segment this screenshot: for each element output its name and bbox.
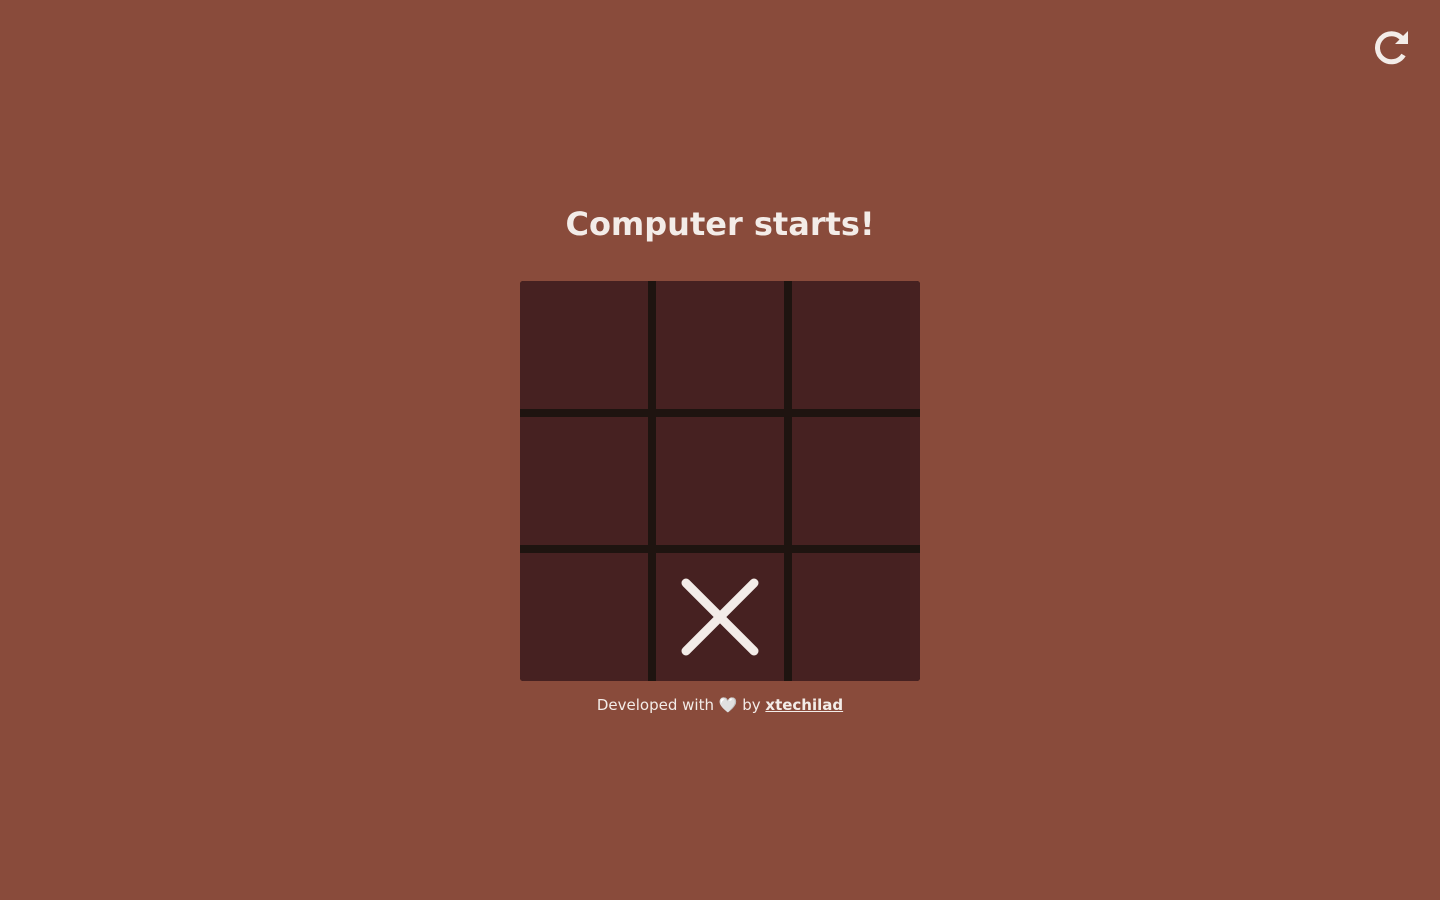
restart-icon xyxy=(1375,31,1408,65)
author-link[interactable]: xtechilad xyxy=(765,696,843,714)
footer-prefix: Developed with xyxy=(596,696,714,714)
board-cell-9[interactable] xyxy=(792,553,920,681)
board-cell-7[interactable] xyxy=(520,553,648,681)
board-cell-2[interactable] xyxy=(656,281,784,409)
board-cell-3[interactable] xyxy=(792,281,920,409)
board-cell-8[interactable] xyxy=(656,553,784,681)
board-cell-4[interactable] xyxy=(520,417,648,545)
restart-button[interactable] xyxy=(1372,29,1410,67)
footer-credit: Developed with 🤍 by xtechilad xyxy=(0,694,1440,716)
game-board xyxy=(520,281,920,681)
board-cell-1[interactable] xyxy=(520,281,648,409)
board-cell-5[interactable] xyxy=(656,417,784,545)
footer-by: by xyxy=(742,696,761,714)
x-mark-icon xyxy=(681,578,759,656)
heart-icon: 🤍 xyxy=(718,696,738,714)
status-title: Computer starts! xyxy=(565,205,875,243)
board-cell-6[interactable] xyxy=(792,417,920,545)
game-page: Computer starts! Developed with 🤍 by xte… xyxy=(0,0,1440,900)
